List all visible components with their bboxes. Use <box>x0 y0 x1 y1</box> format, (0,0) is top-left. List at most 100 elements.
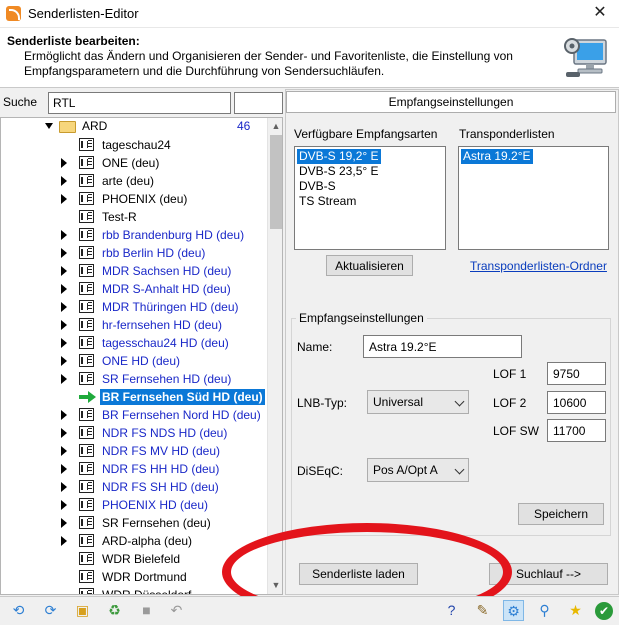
channel-item[interactable]: SR Fernsehen HD (deu) <box>1 370 267 388</box>
transponder-list-item[interactable]: Astra 19.2°E <box>461 149 533 164</box>
expand-arrow-icon[interactable] <box>61 356 67 366</box>
reception-type-item[interactable]: DVB-S <box>297 179 338 194</box>
channel-item[interactable]: hr-fernsehen HD (deu) <box>1 316 267 334</box>
channel-item[interactable]: BR Fernsehen Süd HD (deu) <box>1 388 267 406</box>
expand-arrow-icon[interactable] <box>61 428 67 438</box>
close-button[interactable]: ✕ <box>588 2 612 24</box>
channel-item[interactable]: WDR Düsseldorf <box>1 586 267 594</box>
transponder-folder-link[interactable]: Transponderlisten-Ordner <box>470 259 607 273</box>
ok-check-icon[interactable]: ✔ <box>595 602 613 620</box>
channel-item[interactable]: SR Fernsehen (deu) <box>1 514 267 532</box>
undo-icon[interactable]: ↶ <box>166 600 187 621</box>
reception-type-item[interactable]: DVB-S 23,5° E <box>297 164 381 179</box>
header-banner: Senderliste bearbeiten: Ermöglicht das Ä… <box>0 28 619 88</box>
expand-arrow-icon[interactable] <box>61 464 67 474</box>
expand-arrow-icon[interactable] <box>61 320 67 330</box>
channel-item[interactable]: rbb Brandenburg HD (deu) <box>1 226 267 244</box>
edit-icon[interactable]: ✎ <box>472 600 493 621</box>
diseqc-label: DiSEqC: <box>297 464 344 478</box>
channel-icon <box>79 282 94 295</box>
folder-channel-count: 46 <box>237 119 251 133</box>
expand-arrow-icon[interactable] <box>61 446 67 456</box>
channel-item[interactable]: MDR Sachsen HD (deu) <box>1 262 267 280</box>
expand-arrow-icon[interactable] <box>61 500 67 510</box>
collapse-arrow-icon[interactable] <box>45 123 53 129</box>
expand-arrow-icon[interactable] <box>61 338 67 348</box>
folder-label: ARD <box>82 119 108 133</box>
channel-item[interactable]: BR Fernsehen Nord HD (deu) <box>1 406 267 424</box>
tree-scrollbar[interactable]: ▲ ▼ <box>267 118 282 594</box>
channel-label: tageschau24 <box>102 138 171 152</box>
channel-item[interactable]: NDR FS HH HD (deu) <box>1 460 267 478</box>
channel-item[interactable]: MDR Thüringen HD (deu) <box>1 298 267 316</box>
channel-label: PHOENIX (deu) <box>102 192 188 206</box>
channel-item[interactable]: tagesschau24 HD (deu) <box>1 334 267 352</box>
channel-item[interactable]: PHOENIX (deu) <box>1 190 267 208</box>
channel-item[interactable]: rbb Berlin HD (deu) <box>1 244 267 262</box>
lof2-input[interactable] <box>547 391 606 414</box>
search-input[interactable] <box>48 92 231 114</box>
expand-arrow-icon[interactable] <box>61 158 67 168</box>
reception-type-item[interactable]: TS Stream <box>297 194 358 209</box>
channel-item[interactable]: NDR FS SH HD (deu) <box>1 478 267 496</box>
expand-arrow-icon[interactable] <box>61 482 67 492</box>
folder-add-icon[interactable]: ▣ <box>72 600 93 621</box>
expand-arrow-icon[interactable] <box>61 410 67 420</box>
expand-arrow-icon[interactable] <box>61 230 67 240</box>
settings-icon[interactable]: ⚙ <box>503 600 524 621</box>
channel-label: MDR Sachsen HD (deu) <box>102 264 232 278</box>
scroll-up-icon[interactable]: ▲ <box>268 118 282 135</box>
channel-item[interactable]: NDR FS MV HD (deu) <box>1 442 267 460</box>
channel-item[interactable]: Test-R <box>1 208 267 226</box>
channel-label: NDR FS SH HD (deu) <box>102 480 219 494</box>
search-icon[interactable]: ⚲ <box>534 600 555 621</box>
channel-icon <box>79 570 94 583</box>
header-description: Ermöglicht das Ändern und Organisieren d… <box>24 49 513 78</box>
search-number-field[interactable] <box>234 92 283 114</box>
expand-arrow-icon[interactable] <box>61 284 67 294</box>
expand-arrow-icon[interactable] <box>61 302 67 312</box>
channel-item[interactable]: arte (deu) <box>1 172 267 190</box>
channel-item[interactable]: ARD-alpha (deu) <box>1 532 267 550</box>
bottom-toolbar: ⟲ ⟳ ▣ ♻ ■ ↶ ? ✎ ⚙ ⚲ ★ ✔ <box>0 596 619 625</box>
refresh-icon[interactable]: ⟲ <box>8 600 29 621</box>
expand-arrow-icon[interactable] <box>61 374 67 384</box>
expand-arrow-icon[interactable] <box>61 536 67 546</box>
refresh-back-icon[interactable]: ⟳ <box>40 600 61 621</box>
expand-arrow-icon[interactable] <box>61 266 67 276</box>
channel-label: NDR FS NDS HD (deu) <box>102 426 228 440</box>
tab-empfangseinstellungen[interactable]: Empfangseinstellungen <box>286 91 616 113</box>
lof1-input[interactable] <box>547 362 606 385</box>
lofsw-input[interactable] <box>547 419 606 442</box>
transponder-lists-list[interactable]: Astra 19.2°E <box>458 146 609 250</box>
channel-label: SR Fernsehen (deu) <box>102 516 211 530</box>
channel-item[interactable]: PHOENIX HD (deu) <box>1 496 267 514</box>
tree-folder-ard[interactable]: ARD 46 <box>1 118 267 136</box>
lnb-type-select[interactable]: Universal <box>367 390 469 414</box>
channel-item[interactable]: MDR S-Anhalt HD (deu) <box>1 280 267 298</box>
name-input[interactable] <box>363 335 522 358</box>
expand-arrow-icon[interactable] <box>61 194 67 204</box>
channel-item[interactable]: tageschau24 <box>1 136 267 154</box>
expand-arrow-icon[interactable] <box>61 176 67 186</box>
channel-item[interactable]: NDR FS NDS HD (deu) <box>1 424 267 442</box>
scroll-thumb[interactable] <box>270 135 282 229</box>
favorite-star-icon[interactable]: ★ <box>565 600 586 621</box>
expand-arrow-icon[interactable] <box>61 518 67 528</box>
channel-label: WDR Dortmund <box>102 570 187 584</box>
recycle-icon[interactable]: ♻ <box>104 600 125 621</box>
refresh-button[interactable]: Aktualisieren <box>326 255 413 276</box>
chevron-down-icon <box>454 464 465 475</box>
stop-icon[interactable]: ■ <box>136 600 157 621</box>
channel-item[interactable]: ONE (deu) <box>1 154 267 172</box>
channel-item[interactable]: ONE HD (deu) <box>1 352 267 370</box>
channel-tree[interactable]: ARD 46 tageschau24 ONE (deu) arte (deu) PHO… <box>0 117 283 595</box>
lof2-label: LOF 2 <box>493 396 527 410</box>
reception-type-item[interactable]: DVB-S 19,2° E <box>297 149 381 164</box>
channel-label: SR Fernsehen HD (deu) <box>102 372 232 386</box>
expand-arrow-icon[interactable] <box>61 248 67 258</box>
reception-types-list[interactable]: DVB-S 19,2° E DVB-S 23,5° E DVB-S TS Stream <box>294 146 446 250</box>
save-button[interactable]: Speichern <box>518 503 604 525</box>
diseqc-select[interactable]: Pos A/Opt A <box>367 458 469 482</box>
help-icon[interactable]: ? <box>441 600 462 621</box>
